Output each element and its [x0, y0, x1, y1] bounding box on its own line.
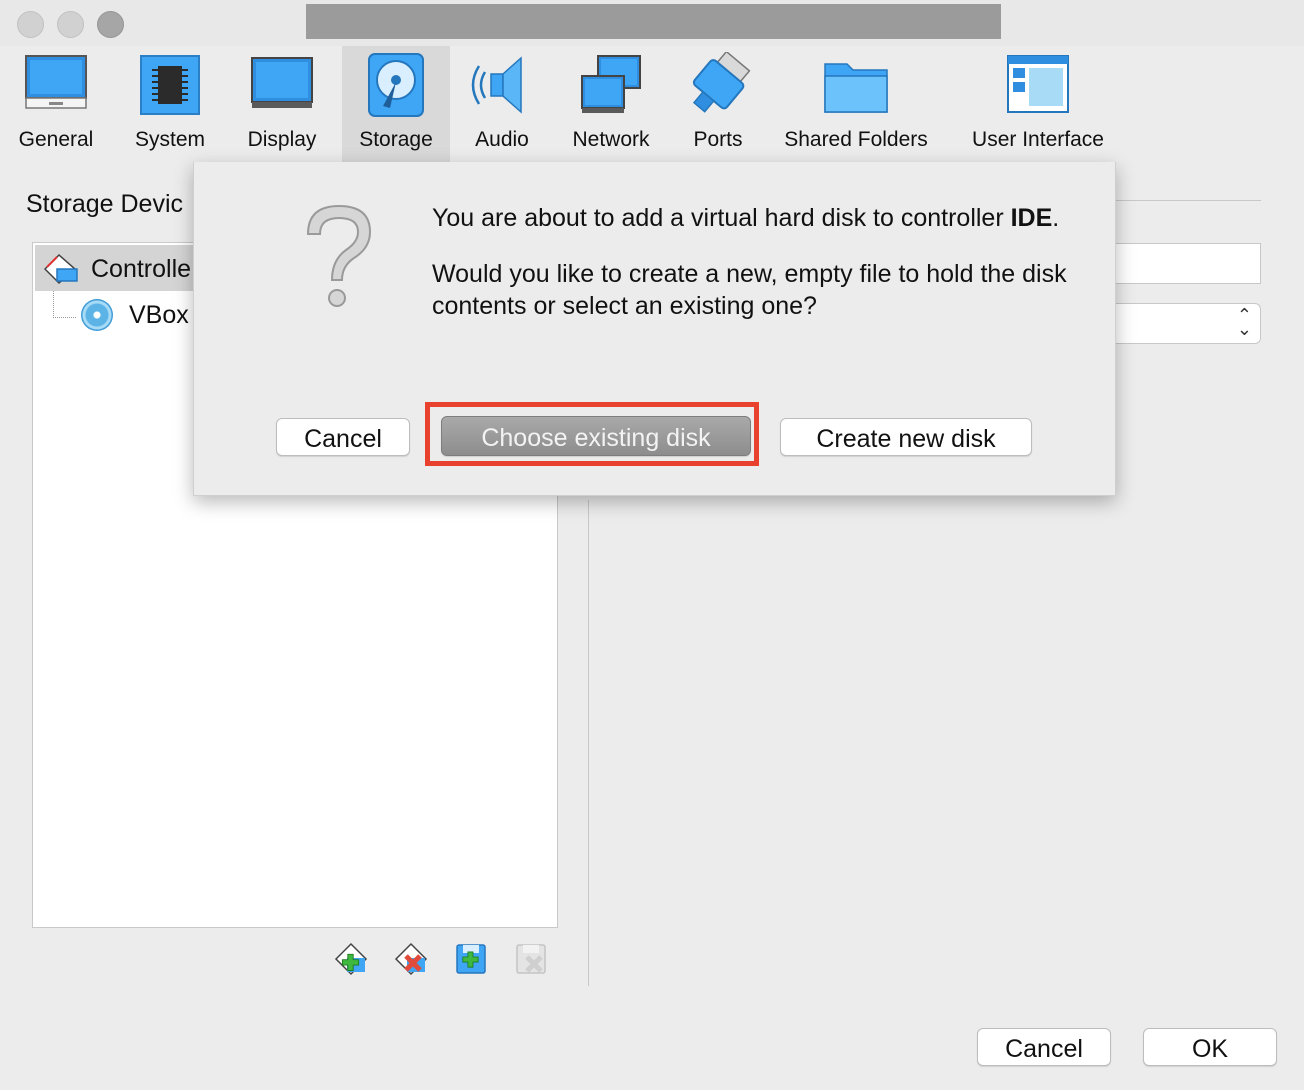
add-attachment-icon[interactable]: [454, 942, 488, 976]
add-disk-dialog: You are about to add a virtual hard disk…: [193, 162, 1116, 496]
tab-general-label: General: [18, 128, 94, 151]
tab-system-label: System: [134, 128, 205, 151]
settings-toolbar: General System Display Storage Audio Net…: [0, 46, 1304, 162]
display-monitor-icon: [251, 57, 313, 108]
attributes-separator: [1114, 200, 1261, 201]
window-layout-icon: [1007, 55, 1069, 113]
chip-icon: [140, 55, 200, 115]
tab-shared-folders-label: Shared Folders: [784, 128, 928, 151]
name-field[interactable]: [1114, 243, 1261, 284]
ok-button[interactable]: OK: [1143, 1028, 1277, 1066]
panel-divider: [588, 500, 589, 986]
tab-storage[interactable]: Storage: [342, 46, 450, 162]
remove-controller-icon[interactable]: [394, 942, 428, 976]
remove-attachment-icon[interactable]: [514, 942, 548, 976]
dialog-message-suffix: .: [1052, 204, 1060, 232]
question-mark-icon: [306, 204, 372, 307]
controller-label: Controlle: [91, 255, 192, 283]
tab-network-label: Network: [572, 128, 650, 151]
dialog-message-line1: You are about to add a virtual hard disk…: [432, 202, 1072, 234]
hard-disk-icon: [368, 53, 424, 117]
general-monitor-icon: [25, 55, 87, 109]
add-controller-icon[interactable]: [334, 942, 368, 976]
tab-user-interface[interactable]: User Interface: [962, 46, 1114, 162]
zoom-window-button[interactable]: [97, 11, 124, 38]
network-icon: [581, 55, 641, 113]
tab-storage-label: Storage: [359, 128, 433, 151]
tab-display-label: Display: [247, 128, 317, 151]
folder-icon: [824, 63, 888, 113]
speaker-icon: [471, 56, 522, 114]
tab-display[interactable]: Display: [238, 46, 326, 162]
settings-window: General System Display Storage Audio Net…: [0, 0, 1304, 1090]
tab-audio[interactable]: Audio: [460, 46, 544, 162]
storage-devices-title: Storage Devic: [26, 190, 184, 218]
dialog-message-line2: Would you like to create a new, empty fi…: [432, 260, 1067, 320]
tab-network[interactable]: Network: [562, 46, 660, 162]
dialog-cancel-button[interactable]: Cancel: [276, 418, 410, 456]
tab-system[interactable]: System: [126, 46, 214, 162]
tab-ports[interactable]: Ports: [676, 46, 760, 162]
port-connector-icon: [692, 52, 751, 113]
tab-ports-label: Ports: [693, 128, 743, 151]
title-bar: [0, 0, 1304, 46]
tab-audio-label: Audio: [475, 128, 529, 151]
close-window-button[interactable]: [17, 11, 44, 38]
tab-user-interface-label: User Interface: [972, 128, 1104, 151]
cancel-button[interactable]: Cancel: [977, 1028, 1111, 1066]
minimize-window-button[interactable]: [57, 11, 84, 38]
updown-chevron-icon: ⌃ ⌄: [1236, 305, 1252, 339]
tab-general[interactable]: General: [12, 46, 100, 162]
redacted-window-title: [306, 4, 1001, 39]
tab-shared-folders[interactable]: Shared Folders: [776, 46, 936, 162]
dialog-message: You are about to add a virtual hard disk…: [432, 202, 1072, 346]
tree-connector: [53, 291, 76, 318]
type-select[interactable]: ⌃ ⌄: [1114, 303, 1261, 344]
controller-icon: [43, 253, 78, 285]
create-new-disk-button[interactable]: Create new disk: [780, 418, 1032, 456]
optical-disc-icon: [81, 299, 113, 331]
disk-label: VBox: [129, 301, 189, 329]
dialog-message-prefix: You are about to add a virtual hard disk…: [432, 204, 1011, 232]
choose-existing-disk-button[interactable]: Choose existing disk: [441, 416, 751, 456]
controller-name: IDE: [1010, 204, 1053, 232]
